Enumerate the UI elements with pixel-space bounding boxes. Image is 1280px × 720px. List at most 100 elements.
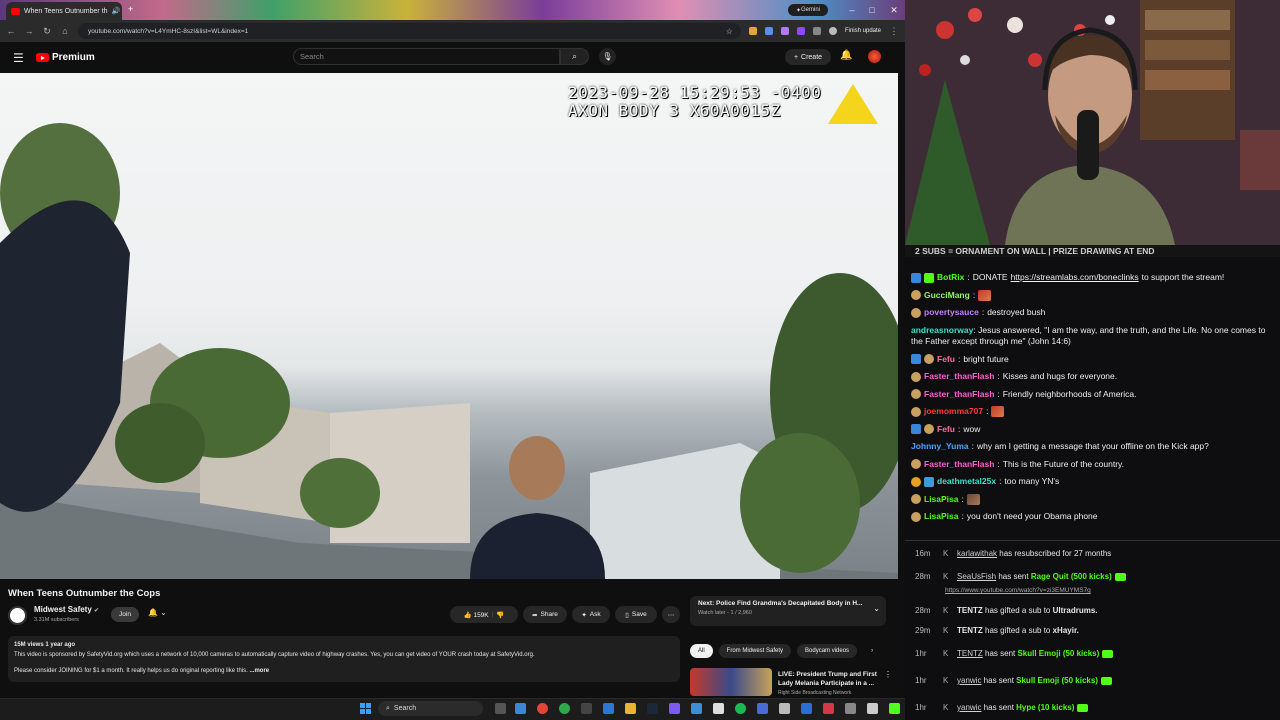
recommended-menu-icon[interactable]: ⋮ — [884, 670, 892, 679]
join-button[interactable]: Join — [111, 607, 139, 622]
url-field[interactable]: youtube.com/watch?v=L4YmHC-8szI&list=WL&… — [78, 23, 741, 39]
moderator-badge-icon — [911, 424, 921, 435]
chat-username[interactable]: LisaPisa — [924, 494, 959, 506]
task-view-icon[interactable] — [495, 703, 506, 714]
chat-username[interactable]: LisaPisa — [924, 511, 959, 523]
up-next-banner[interactable]: Next: Police Find Grandma's Decapitated … — [690, 596, 886, 626]
app-icon[interactable] — [867, 703, 878, 714]
chat-username[interactable]: Faster_thanFlash — [924, 459, 994, 471]
app-icon[interactable] — [603, 703, 614, 714]
browser-menu-icon[interactable]: ⋮ — [889, 26, 899, 37]
description-box[interactable]: 15M views 1 year ago This video is spons… — [8, 636, 680, 682]
chat-username[interactable]: andreasnorway — [911, 325, 973, 335]
obs-icon[interactable] — [713, 703, 724, 714]
app-icon[interactable] — [801, 703, 812, 714]
chevron-down-icon[interactable]: ⌄ — [873, 604, 880, 613]
more-actions-icon[interactable]: ⋯ — [662, 606, 680, 623]
taskbar-search[interactable]: ⌕ Search — [378, 701, 483, 716]
chip-all[interactable]: All — [690, 644, 713, 658]
chat-username[interactable]: Fefu — [937, 424, 955, 436]
extension-icon[interactable] — [764, 27, 773, 35]
chat-username[interactable]: Fefu — [937, 354, 955, 366]
tab-audio-icon[interactable]: 🔊 — [112, 7, 121, 15]
chevron-right-icon[interactable]: › — [863, 644, 881, 658]
bookmark-star-icon[interactable]: ☆ — [726, 27, 733, 36]
chat-username[interactable]: joemomma707 — [924, 406, 983, 418]
forward-icon[interactable]: → — [24, 26, 34, 36]
back-icon[interactable]: ← — [6, 26, 16, 36]
twitch-extension-icon[interactable] — [796, 27, 805, 35]
chrome-canary-icon[interactable] — [559, 703, 570, 714]
window-close-icon[interactable]: ✕ — [888, 4, 900, 16]
app-icon[interactable] — [779, 703, 790, 714]
maximize-icon[interactable]: □ — [866, 4, 878, 16]
new-tab-button[interactable]: + — [128, 4, 133, 14]
dislike-icon[interactable]: 👎 — [496, 611, 504, 619]
app-icon[interactable] — [581, 703, 592, 714]
share-button[interactable]: ➦ Share — [523, 606, 567, 623]
app-icon[interactable] — [669, 703, 680, 714]
recommended-thumbnail[interactable] — [690, 668, 772, 696]
chip-from-channel[interactable]: From Midwest Safety — [718, 644, 792, 658]
app-icon[interactable] — [845, 703, 856, 714]
subscription-bell-icon[interactable]: 🔔 ⌄ — [148, 608, 167, 617]
file-explorer-icon[interactable] — [625, 703, 636, 714]
event-user[interactable]: yanwic — [957, 676, 981, 685]
event-user[interactable]: yanwic — [957, 703, 981, 712]
extension-icon[interactable] — [780, 27, 789, 35]
kicks-icon — [1114, 572, 1126, 581]
event-user[interactable]: TENTZ — [957, 626, 983, 635]
voice-search-button[interactable]: 🎙 — [599, 48, 616, 65]
create-button[interactable]: + Create — [785, 49, 831, 65]
edge-icon[interactable] — [515, 703, 526, 714]
search-input[interactable]: Search — [293, 48, 560, 65]
reload-icon[interactable]: ↻ — [42, 26, 52, 37]
chat-username[interactable]: povertysauce — [924, 307, 979, 319]
hamburger-menu-icon[interactable]: ☰ — [13, 51, 24, 65]
chat-username[interactable]: GucciMang — [924, 290, 970, 302]
steam-icon[interactable] — [647, 703, 658, 714]
windows-start-icon[interactable] — [360, 703, 371, 714]
chat-username[interactable]: deathmetal25x — [937, 476, 996, 488]
event-target[interactable]: Ultradrums. — [1053, 606, 1098, 615]
save-button[interactable]: ▯ Save — [615, 606, 657, 623]
event-target[interactable]: xHayir. — [1053, 626, 1079, 635]
more-link[interactable]: ...more — [249, 668, 269, 674]
profile-icon[interactable] — [828, 27, 837, 35]
event-user[interactable]: SeaUsFish — [957, 572, 996, 581]
app-icon[interactable] — [757, 703, 768, 714]
recommended-title[interactable]: LIVE: President Trump and First Lady Mel… — [778, 670, 888, 688]
browser-tab[interactable]: When Teens Outnumber th 🔊 ✕ — [6, 2, 122, 20]
like-button[interactable]: 👍 159K — [464, 611, 489, 619]
chip-bodycam[interactable]: Bodycam videos — [797, 644, 858, 658]
chat-username[interactable]: Johnny_Yuma — [911, 441, 969, 453]
kicks-icon — [1102, 649, 1114, 658]
spotify-icon[interactable] — [735, 703, 746, 714]
chat-username[interactable]: Faster_thanFlash — [924, 389, 994, 401]
app-icon[interactable] — [823, 703, 834, 714]
chrome-icon[interactable] — [537, 703, 548, 714]
search-button[interactable]: ⌕ — [560, 48, 589, 65]
youtube-premium-logo[interactable]: Premium — [36, 52, 95, 63]
event-user[interactable]: TENTZ — [957, 606, 983, 615]
minimize-icon[interactable]: – — [846, 4, 858, 16]
finish-update-button[interactable]: Finish update — [845, 28, 881, 34]
video-player[interactable] — [0, 73, 898, 579]
gemini-button[interactable]: ✦ Gemini — [788, 4, 828, 16]
puzzle-extensions-icon[interactable] — [812, 27, 821, 35]
app-icon[interactable] — [691, 703, 702, 714]
extension-icon[interactable] — [748, 27, 757, 35]
home-icon[interactable]: ⌂ — [60, 26, 70, 36]
notifications-bell-icon[interactable]: 🔔 — [840, 50, 852, 61]
chat-username[interactable]: Faster_thanFlash — [924, 371, 994, 383]
channel-avatar[interactable] — [8, 606, 27, 625]
avatar[interactable] — [868, 50, 881, 63]
kick-icon[interactable] — [889, 703, 900, 714]
chat-link[interactable]: https://streamlabs.com/boneclinks — [1011, 272, 1139, 284]
ask-button[interactable]: ✦ Ask — [572, 606, 610, 623]
channel-name[interactable]: Midwest Safety ✔ — [34, 605, 99, 614]
chat-username[interactable]: BotRix — [937, 272, 964, 284]
event-link[interactable]: https://www.youtube.com/watch?v=zi3EMUYM… — [945, 587, 1091, 594]
event-user[interactable]: karlawithak — [957, 549, 997, 558]
event-user[interactable]: TENTZ — [957, 649, 983, 658]
